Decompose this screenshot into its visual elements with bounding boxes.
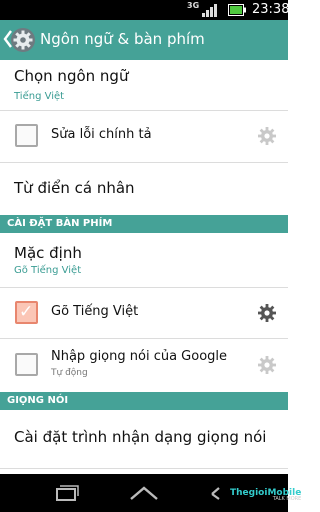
spellcheck-item[interactable]: Sửa lỗi chính tả bbox=[0, 111, 288, 162]
language-title: Chọn ngôn ngữ bbox=[14, 67, 129, 85]
default-keyboard-summary: Gõ Tiếng Việt bbox=[14, 265, 82, 276]
network-type: 3G bbox=[187, 1, 200, 10]
spellcheck-settings-gear-icon[interactable] bbox=[257, 126, 277, 146]
check-mark-icon: ✓ bbox=[19, 302, 34, 322]
signal-strength-icon bbox=[202, 4, 217, 17]
clock: 23:38 bbox=[252, 2, 290, 17]
page-title: Ngôn ngữ & bàn phím bbox=[40, 30, 205, 48]
voice-recognizer-settings-title: Cài đặt trình nhận dạng giọng nói bbox=[14, 428, 267, 446]
personal-dictionary-item[interactable]: Từ điển cá nhân bbox=[0, 163, 288, 215]
google-voice-typing-summary: Tự động bbox=[51, 368, 88, 378]
watermark-logo: ThegioiMobile TALK MORE bbox=[230, 488, 301, 502]
google-voice-typing-item[interactable]: Nhập giọng nói của Google Tự động bbox=[0, 339, 288, 392]
language-item[interactable]: Chọn ngôn ngữ Tiếng Việt bbox=[0, 60, 288, 110]
spellcheck-checkbox[interactable] bbox=[15, 124, 38, 147]
vietnamese-keyboard-checkbox[interactable]: ✓ bbox=[15, 301, 38, 324]
home-icon[interactable] bbox=[126, 480, 162, 506]
status-bar: 3G 23:38 bbox=[0, 0, 290, 20]
section-voice: GIỌNG NÓI bbox=[0, 392, 288, 410]
settings-gear-icon[interactable] bbox=[10, 27, 36, 53]
action-bar: Ngôn ngữ & bàn phím bbox=[0, 20, 288, 60]
personal-dictionary-title: Từ điển cá nhân bbox=[14, 179, 135, 197]
default-keyboard-item[interactable]: Mặc định Gõ Tiếng Việt bbox=[0, 233, 288, 287]
vietnamese-keyboard-settings-gear-icon[interactable] bbox=[257, 303, 277, 323]
divider bbox=[0, 468, 288, 469]
google-voice-typing-title: Nhập giọng nói của Google bbox=[51, 349, 228, 364]
voice-recognizer-settings-item[interactable]: Cài đặt trình nhận dạng giọng nói bbox=[0, 410, 288, 468]
google-voice-typing-checkbox[interactable] bbox=[15, 353, 38, 376]
google-voice-typing-settings-gear-icon[interactable] bbox=[257, 355, 277, 375]
battery-icon bbox=[228, 4, 246, 16]
default-keyboard-title: Mặc định bbox=[14, 244, 82, 262]
section-keyboard-settings: CÀI ĐẶT BÀN PHÍM bbox=[0, 215, 288, 233]
spellcheck-title: Sửa lỗi chính tả bbox=[51, 127, 152, 142]
vietnamese-keyboard-item[interactable]: ✓ Gõ Tiếng Việt bbox=[0, 288, 288, 338]
recent-apps-icon[interactable] bbox=[48, 480, 84, 506]
vietnamese-keyboard-title: Gõ Tiếng Việt bbox=[51, 304, 139, 319]
language-summary: Tiếng Việt bbox=[14, 91, 65, 102]
